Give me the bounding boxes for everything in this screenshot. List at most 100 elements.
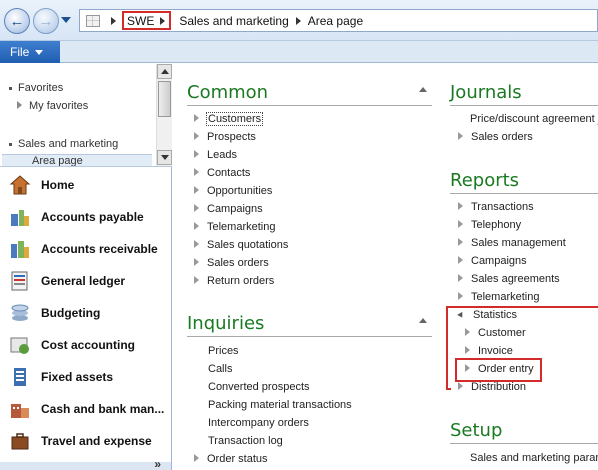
area-page-item[interactable]: Area page <box>2 154 152 166</box>
history-dropdown-icon[interactable] <box>61 17 71 23</box>
inquiry-link-calls[interactable]: Calls <box>208 363 232 375</box>
expand-icon <box>458 220 463 228</box>
expand-icon <box>458 238 463 246</box>
module-label: Accounts payable <box>41 210 144 224</box>
section-divider <box>187 336 432 337</box>
statistics-link-customer[interactable]: Customer <box>465 327 526 339</box>
expand-icon <box>465 346 470 354</box>
address-bar[interactable]: SWE Sales and marketing Area page <box>79 9 598 32</box>
module-accounts-receivable[interactable]: Accounts receivable <box>0 233 171 265</box>
inquiry-link-prices[interactable]: Prices <box>208 345 239 357</box>
statistics-highlight-box <box>446 306 451 390</box>
breadcrumb-company[interactable]: SWE <box>127 14 154 28</box>
expand-icon <box>458 202 463 210</box>
inquiry-link-order-status[interactable]: Order status <box>194 453 268 465</box>
module-budgeting[interactable]: Budgeting <box>0 297 171 329</box>
navigation-pane: Favorites My favorites Sales and marketi… <box>0 64 172 470</box>
scroll-down-button[interactable] <box>157 150 172 165</box>
report-link-sales-agreements[interactable]: Sales agreements <box>458 273 560 285</box>
expand-icon <box>194 186 199 194</box>
breadcrumb-arrow-icon[interactable] <box>111 16 116 25</box>
expand-icon <box>194 240 199 248</box>
report-link-distribution[interactable]: Distribution <box>458 381 526 393</box>
module-travel-expense[interactable]: Travel and expense <box>0 425 171 457</box>
common-link-telemarketing[interactable]: Telemarketing <box>194 221 275 233</box>
common-link-campaigns[interactable]: Campaigns <box>194 203 263 215</box>
module-fixed-assets[interactable]: Fixed assets <box>0 361 171 393</box>
statistics-link-invoice[interactable]: Invoice <box>465 345 513 357</box>
section-title-setup: Setup <box>450 420 503 441</box>
favorites-header[interactable]: Favorites <box>9 82 63 94</box>
back-button[interactable]: ← <box>4 8 30 34</box>
section-title-reports: Reports <box>450 170 520 191</box>
inquiry-link-converted-prospects[interactable]: Converted prospects <box>208 381 310 393</box>
common-link-sales-quotations[interactable]: Sales quotations <box>194 239 288 251</box>
expand-icon <box>194 168 199 176</box>
breadcrumb-arrow-icon[interactable] <box>295 16 301 25</box>
report-link-transactions[interactable]: Transactions <box>458 201 534 213</box>
module-label: Cash and bank man... <box>41 402 165 416</box>
module-cost-accounting[interactable]: Cost accounting <box>0 329 171 361</box>
report-link-telemarketing[interactable]: Telemarketing <box>458 291 539 303</box>
report-group-statistics[interactable]: Statistics <box>457 309 517 321</box>
ribbon-strip: File <box>0 41 598 63</box>
journal-price-discount-link[interactable]: Price/discount agreement j <box>470 113 598 125</box>
report-link-telephony[interactable]: Telephony <box>458 219 521 231</box>
expand-icon <box>17 101 22 109</box>
journal-sales-orders-link[interactable]: Sales orders <box>458 131 533 143</box>
expand-icon <box>458 292 463 300</box>
common-link-sales-orders[interactable]: Sales orders <box>194 257 269 269</box>
cash-bank-icon <box>9 398 31 420</box>
scroll-up-button[interactable] <box>157 64 172 79</box>
collapse-inquiries-icon[interactable] <box>419 318 427 323</box>
section-divider <box>187 105 432 106</box>
common-link-leads[interactable]: Leads <box>194 149 237 161</box>
more-modules-icon[interactable]: » <box>154 457 161 470</box>
collapse-common-icon[interactable] <box>419 87 427 92</box>
favorites-pane: Favorites My favorites Sales and marketi… <box>0 64 172 167</box>
expand-icon <box>458 132 463 140</box>
expand-icon <box>465 328 470 336</box>
section-title-journals: Journals <box>450 82 522 103</box>
fixed-assets-icon <box>9 366 31 388</box>
module-list: Home Accounts payable Accounts receivable G… <box>0 169 171 457</box>
file-button[interactable]: File <box>0 41 60 63</box>
navigation-bar: ← → SWE Sales and marketing Area page <box>0 0 598 41</box>
report-link-sales-management[interactable]: Sales management <box>458 237 566 249</box>
expand-icon <box>194 150 199 158</box>
common-link-opportunities[interactable]: Opportunities <box>194 185 272 197</box>
breadcrumb-page[interactable]: Area page <box>308 14 363 28</box>
common-link-customers[interactable]: Customers <box>194 112 264 126</box>
page-grid-icon <box>86 14 100 27</box>
report-link-campaigns[interactable]: Campaigns <box>458 255 527 267</box>
inquiry-link-transaction-log[interactable]: Transaction log <box>208 435 283 447</box>
common-link-prospects[interactable]: Prospects <box>194 131 256 143</box>
statistics-highlight-top <box>446 306 598 308</box>
my-favorites-item[interactable]: My favorites <box>17 100 88 112</box>
file-button-label: File <box>10 45 30 59</box>
module-general-ledger[interactable]: General ledger <box>0 265 171 297</box>
budgeting-icon <box>9 302 31 324</box>
expand-icon <box>194 258 199 266</box>
module-cash-bank[interactable]: Cash and bank man... <box>0 393 171 425</box>
section-title-inquiries: Inquiries <box>187 313 265 334</box>
module-home[interactable]: Home <box>0 169 171 201</box>
module-label: Home <box>41 178 75 192</box>
breadcrumb-company-highlight[interactable]: SWE <box>122 11 172 30</box>
breadcrumb-arrow-icon[interactable] <box>160 16 166 25</box>
forward-button[interactable]: → <box>33 8 59 34</box>
common-link-contacts[interactable]: Contacts <box>194 167 250 179</box>
inquiry-link-packing-material-transactions[interactable]: Packing material transactions <box>208 399 352 411</box>
inquiry-link-intercompany-orders[interactable]: Intercompany orders <box>208 417 309 429</box>
module-label: Fixed assets <box>41 370 114 384</box>
statistics-link-order-entry[interactable]: Order entry <box>465 363 534 375</box>
module-overflow-tray[interactable]: » <box>0 457 171 470</box>
section-divider <box>450 443 598 444</box>
module-accounts-payable[interactable]: Accounts payable <box>0 201 171 233</box>
common-link-return-orders[interactable]: Return orders <box>194 275 274 287</box>
favorites-scrollbar[interactable] <box>156 64 172 166</box>
setup-parameters-link[interactable]: Sales and marketing param <box>470 452 598 464</box>
sales-marketing-item[interactable]: Sales and marketing <box>9 138 118 150</box>
breadcrumb-module[interactable]: Sales and marketing <box>179 14 288 28</box>
scroll-thumb[interactable] <box>158 81 171 117</box>
